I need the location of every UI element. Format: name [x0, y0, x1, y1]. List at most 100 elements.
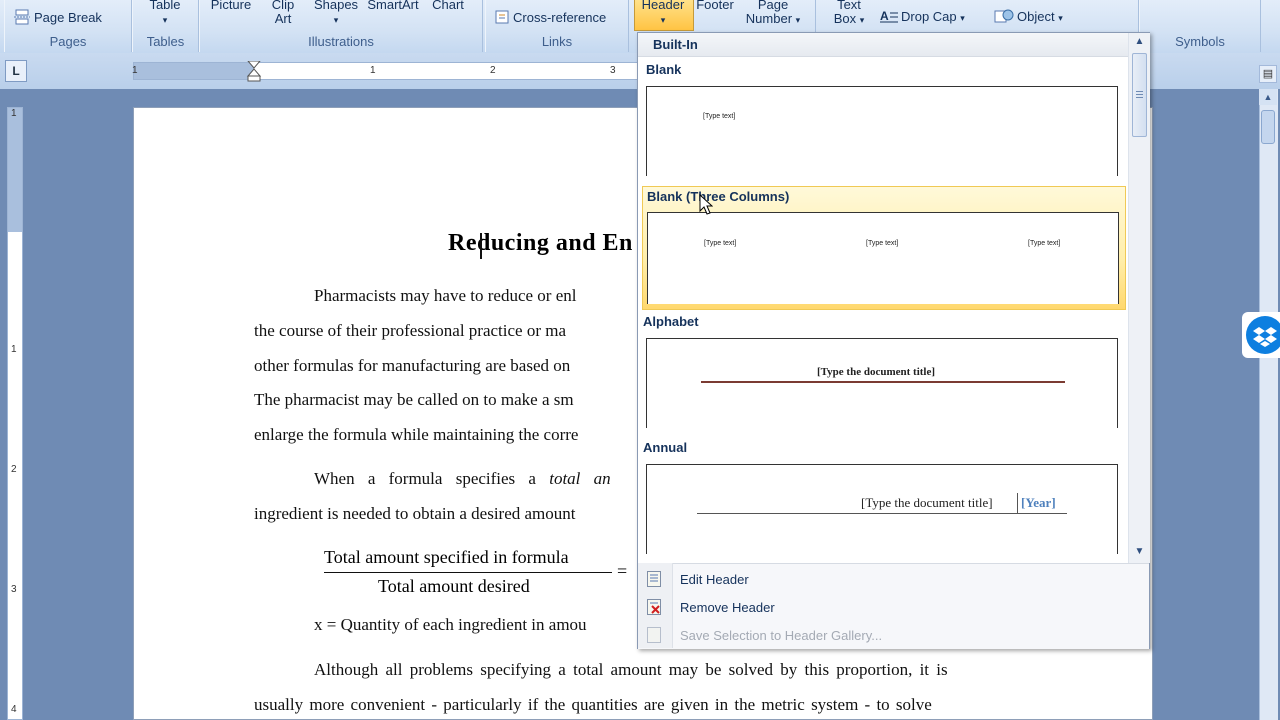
- cross-reference-label: Cross-reference: [513, 9, 607, 25]
- drop-cap-button[interactable]: A Drop Cap ▾: [880, 9, 965, 26]
- gallery-item-blank[interactable]: [Type text]: [646, 86, 1118, 176]
- page-number-label-2: Number: [745, 11, 793, 26]
- ruler-number: 1: [11, 108, 17, 119]
- grip-line: [1136, 97, 1143, 98]
- picture-button[interactable]: Picture: [208, 0, 254, 12]
- ruler-number: 2: [11, 464, 17, 475]
- thumb-placeholder-text: [Type the document title]: [817, 366, 936, 378]
- indent-marker-icon[interactable]: [246, 61, 262, 83]
- page-break-button[interactable]: Page Break: [13, 9, 102, 28]
- edit-header-icon: [647, 571, 661, 587]
- document-line[interactable]: Pharmacists may have to reduce or enl: [314, 286, 576, 306]
- shapes-label: Shapes: [313, 0, 359, 12]
- save-selection-icon: [647, 627, 661, 643]
- gallery-item-annual[interactable]: [Type the document title] [Year]: [646, 464, 1118, 554]
- links-group: Cross-reference Links: [485, 0, 629, 52]
- object-icon: [994, 9, 1014, 26]
- links-group-label: Links: [541, 34, 573, 49]
- ruler-margin-top: [8, 108, 22, 232]
- thumb-placeholder-text: [Type text]: [704, 240, 737, 247]
- cross-reference-icon: [494, 9, 510, 28]
- fraction-equals: =: [617, 561, 628, 581]
- thumb-placeholder-text: [Type the document title]: [861, 495, 993, 510]
- table-button[interactable]: Table ▾: [147, 0, 183, 27]
- clip-art-label-2: Art: [274, 11, 292, 26]
- gallery-item-blank-three-columns[interactable]: Blank (Three Columns) [Type text] [Type …: [642, 186, 1126, 310]
- gallery-item-label: Alphabet: [643, 314, 699, 329]
- save-selection-menu-item: Save Selection to Header Gallery...: [680, 628, 883, 643]
- gallery-scroll-down-icon[interactable]: ▼: [1129, 543, 1150, 561]
- document-line[interactable]: other formulas for manufacturing are bas…: [254, 356, 570, 376]
- scroll-up-icon[interactable]: ▲: [1259, 89, 1277, 105]
- header-button[interactable]: Header ▾: [634, 0, 692, 27]
- gallery-item-label: Blank: [646, 62, 682, 77]
- document-line[interactable]: the course of their professional practic…: [254, 321, 566, 341]
- remove-header-icon: [647, 599, 661, 615]
- document-line[interactable]: x = Quantity of each ingredient in amou: [314, 615, 587, 635]
- view-ruler-button[interactable]: ▤: [1259, 65, 1277, 83]
- vertical-scrollbar[interactable]: [1259, 89, 1278, 720]
- thumb-placeholder-text: [Type text]: [866, 240, 899, 247]
- gallery-scroll-up-icon[interactable]: ▲: [1129, 33, 1150, 51]
- table-label: Table: [149, 0, 181, 12]
- text-box-label-2: Box: [833, 11, 857, 26]
- gallery-item-alphabet[interactable]: [Type the document title]: [646, 338, 1118, 428]
- document-line[interactable]: ingredient is needed to obtain a desired…: [254, 504, 576, 524]
- ruler-number: 1: [132, 65, 138, 76]
- document-line[interactable]: usually more convenient - particularly i…: [254, 695, 932, 715]
- ruler-number: 4: [11, 704, 17, 715]
- document-line[interactable]: The pharmacist may be called on to make …: [254, 390, 574, 410]
- smartart-button[interactable]: SmartArt: [363, 0, 423, 12]
- footer-label: Footer: [696, 0, 734, 12]
- drop-cap-dropdown-icon: ▾: [960, 12, 965, 23]
- thumb-rule: [697, 513, 1067, 514]
- footer-button[interactable]: Footer: [690, 0, 740, 12]
- document-title[interactable]: Reducing and En: [448, 230, 633, 257]
- page-number-dropdown-icon: ▾: [795, 15, 801, 25]
- text-box-dropdown-icon: ▾: [859, 15, 865, 25]
- document-line[interactable]: enlarge the formula while maintaining th…: [254, 425, 578, 445]
- tables-group-label: Tables: [146, 34, 185, 49]
- page-break-label: Page Break: [34, 9, 102, 25]
- document-text: When a formula specifies a: [314, 469, 550, 488]
- grip-line: [1136, 91, 1143, 92]
- smartart-label: SmartArt: [367, 0, 419, 12]
- pages-group-label: Pages: [49, 34, 87, 49]
- vertical-ruler[interactable]: 1 1 2 3 4: [7, 107, 23, 720]
- shapes-button[interactable]: Shapes ▾: [312, 0, 360, 27]
- gallery-item-label: Annual: [643, 440, 688, 455]
- document-line[interactable]: When a formula specifies a total an: [314, 469, 611, 489]
- mouse-pointer-icon: [699, 194, 713, 215]
- chart-label: Chart: [432, 0, 464, 12]
- scrollbar-thumb[interactable]: [1261, 110, 1275, 144]
- chart-button[interactable]: Chart: [428, 0, 468, 12]
- object-button[interactable]: Object ▾: [994, 9, 1063, 26]
- page-number-button[interactable]: Page Number ▾: [740, 0, 806, 27]
- text-cursor: [480, 233, 482, 259]
- ruler-number: 1: [370, 65, 376, 76]
- edit-header-menu-item[interactable]: Edit Header: [680, 572, 749, 587]
- fraction-bar: [324, 572, 612, 573]
- fraction-numerator: Total amount specified in formula: [324, 547, 569, 567]
- dropbox-badge[interactable]: [1242, 312, 1280, 358]
- ruler-margin-left: [134, 63, 254, 79]
- symbols-group: Symbols: [1139, 0, 1261, 52]
- remove-header-menu-item[interactable]: Remove Header: [680, 600, 775, 615]
- document-line[interactable]: Although all problems specifying a total…: [314, 660, 948, 680]
- thumb-year-text: [Year]: [1021, 495, 1056, 510]
- horizontal-ruler[interactable]: 1 1 2 3: [132, 61, 638, 83]
- text-box-button[interactable]: Text Box ▾: [830, 0, 868, 27]
- header-label: Header: [641, 0, 685, 12]
- gallery-scrollbar[interactable]: ▲ ▼: [1128, 33, 1150, 563]
- cross-reference-button[interactable]: Cross-reference: [494, 9, 606, 28]
- thumb-placeholder-text: [Type text]: [1028, 240, 1061, 247]
- ruler-number: 3: [610, 65, 616, 76]
- tab-selector-button[interactable]: L: [5, 60, 27, 82]
- object-label: Object: [1017, 8, 1055, 24]
- clip-art-button[interactable]: Clip Art: [266, 0, 300, 26]
- gallery-item-label: Blank (Three Columns): [647, 189, 790, 204]
- illustrations-group: Picture Clip Art Shapes ▾ SmartArt Chart I…: [199, 0, 483, 52]
- ruler-number: 3: [11, 584, 17, 595]
- gallery-scroll-thumb[interactable]: [1132, 53, 1147, 137]
- page-break-icon: [13, 9, 31, 28]
